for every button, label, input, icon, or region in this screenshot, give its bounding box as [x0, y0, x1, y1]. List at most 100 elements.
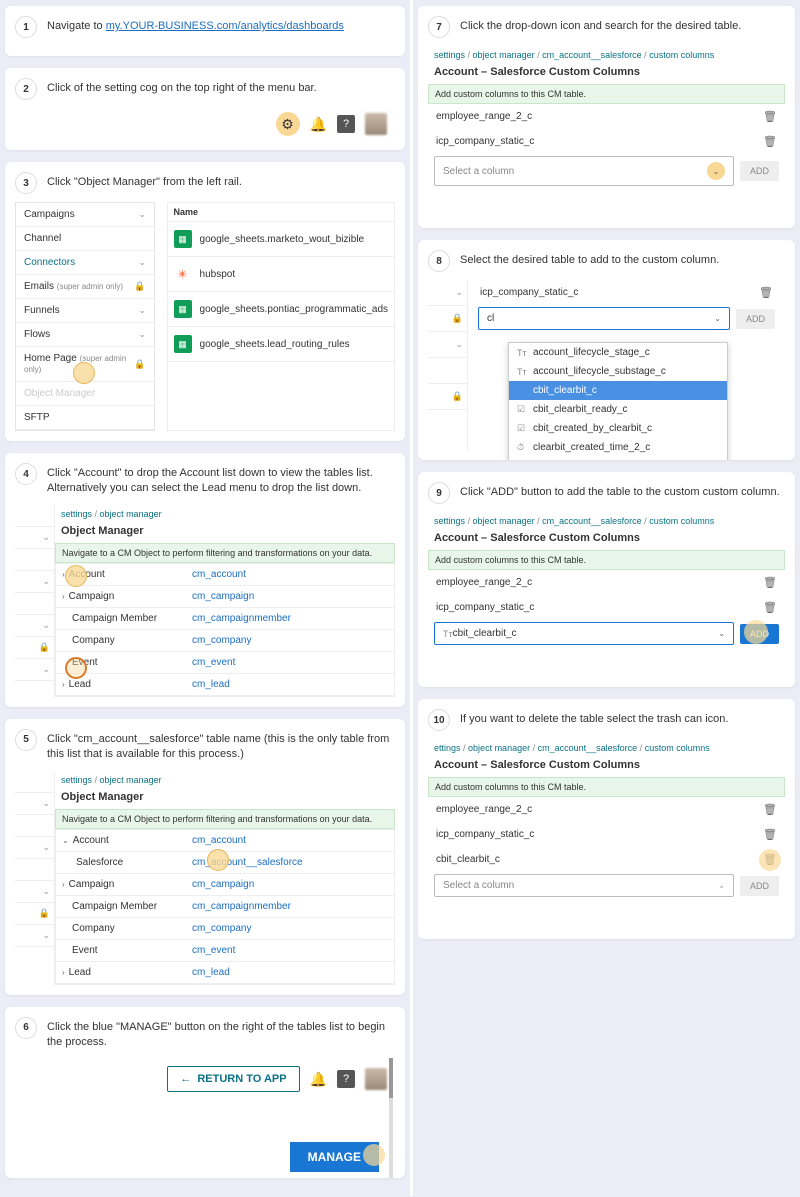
nav-link[interactable]: my.YOUR-BUSINESS.com/analytics/dashboard… [106, 20, 344, 32]
object-row-campaign[interactable]: ›Campaigncm_campaign [56, 874, 394, 896]
trash-icon[interactable]: 🗑 [763, 135, 777, 148]
gear-icon[interactable]: ⚙ [276, 112, 300, 136]
sidebar-strip: ⌄ ⌄ ⌄ 🔒 ⌄ [15, 505, 55, 697]
avatar[interactable] [365, 1068, 387, 1090]
info-bar: Add custom columns to this CM table. [428, 84, 785, 104]
dropdown-option[interactable]: ☑cbit_clearbit_ready_c [509, 400, 727, 419]
lock-icon: 🔒 [134, 281, 145, 292]
trash-icon[interactable]: 🗑 [759, 286, 773, 299]
object-row-event[interactable]: Eventcm_event [56, 652, 394, 674]
trash-icon[interactable]: 🗑 [763, 828, 777, 841]
lock-icon: 🔒 [134, 359, 145, 370]
step-6: 6 Click the blue "MANAGE" button on the … [5, 1007, 405, 1179]
avatar[interactable] [365, 113, 387, 135]
tables-list: Name ▦google_sheets.marketo_wout_bizible… [167, 202, 395, 431]
object-row-campaign-member[interactable]: Campaign Membercm_campaignmember [56, 608, 394, 630]
trash-icon[interactable]: 🗑 [763, 853, 777, 866]
help-icon[interactable]: ? [337, 1070, 355, 1088]
object-row-campaign[interactable]: ›Campaigncm_campaign [56, 586, 394, 608]
add-button[interactable]: ADD [740, 624, 779, 644]
step-text: Click of the setting cog on the top righ… [47, 78, 317, 96]
object-row-event[interactable]: Eventcm_event [56, 940, 394, 962]
rail-item-flows[interactable]: Flows⌄ [16, 323, 154, 347]
dropdown-option-selected[interactable]: cbit_clearbit_c [509, 381, 727, 400]
object-row-campaign-member[interactable]: Campaign Membercm_campaignmember [56, 896, 394, 918]
help-icon[interactable]: ? [337, 115, 355, 133]
rail-item-object-manager[interactable]: Object Manager [16, 382, 154, 406]
dropdown-option[interactable]: ⏱clearbit_modified_time_2_c [509, 457, 727, 460]
rail-item-channel[interactable]: Channel [16, 227, 154, 251]
object-row-company[interactable]: Companycm_company [56, 918, 394, 940]
step-text: Click the drop-down icon and search for … [460, 16, 741, 34]
rail-item-funnels[interactable]: Funnels⌄ [16, 299, 154, 323]
step-3: 3 Click "Object Manager" from the left r… [5, 162, 405, 441]
chevron-down-icon: ⌄ [707, 162, 725, 180]
object-row-company[interactable]: Companycm_company [56, 630, 394, 652]
chevron-down-icon: ⌄ [718, 629, 725, 638]
rail-item-connectors[interactable]: Connectors⌄ [16, 251, 154, 275]
trash-icon[interactable]: 🗑 [763, 803, 777, 816]
dropdown-option[interactable]: ☑cbit_created_by_clearbit_c [509, 419, 727, 438]
object-row-account[interactable]: ⌄Accountcm_account [56, 830, 394, 852]
dropdown-option[interactable]: Tтaccount_lifecycle_stage_c [509, 343, 727, 362]
return-to-app-button[interactable]: ←RETURN TO APP [167, 1066, 299, 1092]
column-select[interactable]: Tт cbit_clearbit_c⌄ [434, 622, 734, 645]
trash-icon[interactable]: 🗑 [763, 110, 777, 123]
manage-button[interactable]: MANAGE [290, 1142, 379, 1172]
step-number: 1 [15, 16, 37, 38]
step-text: Click "Object Manager" from the left rai… [47, 172, 242, 190]
step-7: 7 Click the drop-down icon and search fo… [418, 6, 795, 228]
column-row: icp_company_static_c🗑 [428, 822, 785, 847]
table-row[interactable]: ▦google_sheets.marketo_wout_bizible [168, 222, 394, 257]
object-row-lead[interactable]: ›Leadcm_lead [56, 674, 394, 696]
object-row-salesforce[interactable]: Salesforcecm_account__salesforce [56, 852, 394, 874]
page-title: Object Manager [55, 789, 395, 809]
add-button[interactable]: ADD [740, 161, 779, 181]
dropdown-option[interactable]: Tтaccount_lifecycle_substage_c [509, 362, 727, 381]
step-text: Click "cm_account__salesforce" table nam… [47, 729, 395, 763]
sheets-icon: ▦ [174, 335, 192, 353]
column-select[interactable]: Select a column⌄ [434, 156, 734, 186]
table-row[interactable]: ▦google_sheets.lead_routing_rules [168, 327, 394, 362]
step-number: 10 [428, 709, 450, 731]
dropdown-option[interactable]: ⏱clearbit_created_time_2_c [509, 438, 727, 457]
step-number: 9 [428, 482, 450, 504]
rail-item-sftp[interactable]: SFTP [16, 406, 154, 430]
column-row: employee_range_2_c🗑 [428, 797, 785, 822]
trash-icon[interactable]: 🗑 [763, 601, 777, 614]
step-number: 4 [15, 463, 37, 485]
hubspot-icon: ✴ [174, 265, 192, 283]
object-row-lead[interactable]: ›Leadcm_lead [56, 962, 394, 984]
breadcrumb: settings / object manager [55, 771, 395, 789]
info-bar: Navigate to a CM Object to perform filte… [55, 543, 395, 563]
column-search[interactable]: cl⌄ [478, 307, 730, 330]
object-row-account[interactable]: ›Accountcm_account [56, 564, 394, 586]
column-row: icp_company_static_c🗑 [428, 595, 785, 620]
column-select[interactable]: Select a column⌄ [434, 874, 734, 897]
step-10: 10 If you want to delete the table selec… [418, 699, 795, 939]
step-text: Select the desired table to add to the c… [460, 250, 719, 268]
trash-icon[interactable]: 🗑 [763, 576, 777, 589]
table-row[interactable]: ▦google_sheets.pontiac_programmatic_ads [168, 292, 394, 327]
sheets-icon: ▦ [174, 300, 192, 318]
scrollbar[interactable] [389, 1058, 393, 1178]
bell-icon[interactable]: 🔔 [310, 116, 327, 133]
rail-item-emails[interactable]: Emails (super admin only)🔒 [16, 275, 154, 299]
sidebar-strip: ⌄ 🔒 ⌄ 🔒 [428, 280, 468, 450]
add-button[interactable]: ADD [736, 309, 775, 329]
rail-item-campaigns[interactable]: Campaigns⌄ [16, 203, 154, 227]
step-number: 8 [428, 250, 450, 272]
rail-item-home[interactable]: Home Page (super admin only)🔒 [16, 347, 154, 382]
highlight-ring [759, 849, 781, 871]
step-text: Click "Account" to drop the Account list… [47, 463, 395, 497]
bell-icon[interactable]: 🔔 [310, 1071, 327, 1088]
column-row: employee_range_2_c🗑 [428, 570, 785, 595]
info-bar: Add custom columns to this CM table. [428, 777, 785, 797]
step-number: 3 [15, 172, 37, 194]
add-button[interactable]: ADD [740, 876, 779, 896]
table-row[interactable]: ✴hubspot [168, 257, 394, 292]
step-4: 4 Click "Account" to drop the Account li… [5, 453, 405, 707]
step-number: 5 [15, 729, 37, 751]
step-text: Navigate to [47, 20, 106, 32]
step-text: If you want to delete the table select t… [460, 709, 728, 727]
